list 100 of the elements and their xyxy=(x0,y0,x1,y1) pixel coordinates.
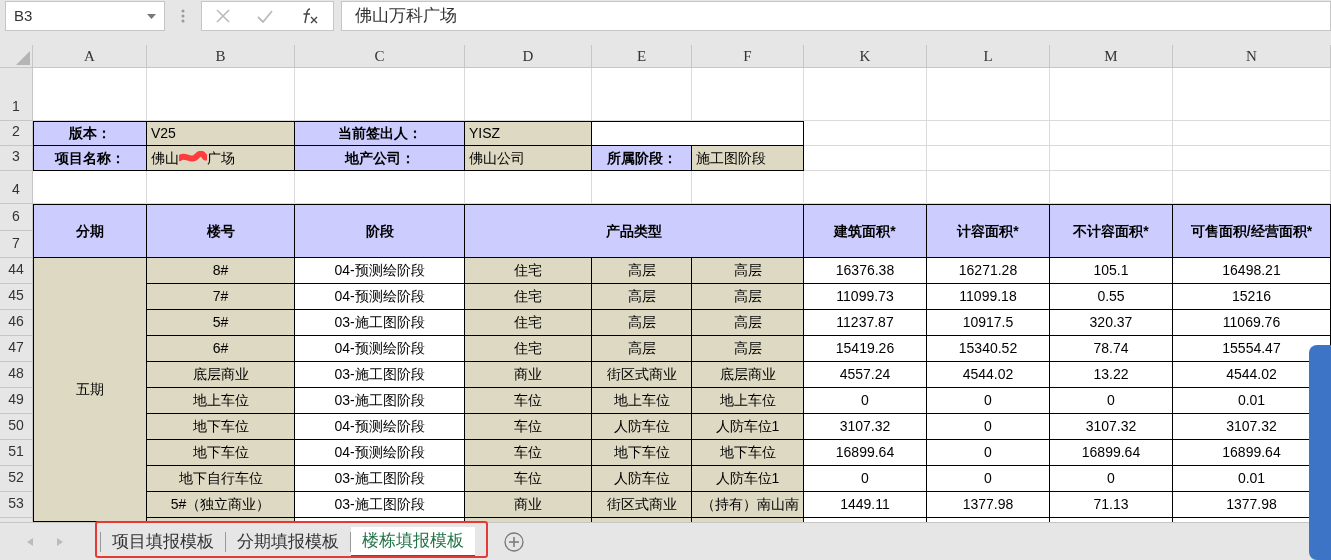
check-icon[interactable] xyxy=(257,9,274,23)
value-cell: V25 xyxy=(147,121,295,146)
row-header[interactable]: 48 xyxy=(0,362,33,388)
table-cell: 6# xyxy=(147,336,295,362)
header-cell: 分期 xyxy=(33,204,147,258)
table-cell: 车位 xyxy=(465,440,592,466)
table-cell: 11069.76 xyxy=(1173,310,1331,336)
table-cell: 地下自行车位 xyxy=(147,466,295,492)
table-cell: 住宅 xyxy=(465,310,592,336)
table-cell: 03-施工图阶段 xyxy=(295,362,465,388)
table-cell: 地下车位 xyxy=(147,440,295,466)
table-cell: 车位 xyxy=(465,388,592,414)
table-cell: 地下车位 xyxy=(592,440,692,466)
row-header[interactable]: 4 xyxy=(0,171,33,204)
sheet-tab[interactable]: 分期填报模板 xyxy=(226,526,350,557)
table-cell: 地下车位 xyxy=(692,440,804,466)
table-cell: （持有）南山南 xyxy=(692,492,804,518)
table-cell: 15419.26 xyxy=(804,336,927,362)
formula-field[interactable]: 佛山万科广场 xyxy=(341,1,1331,31)
row-header[interactable]: 7 xyxy=(0,231,33,258)
select-all-corner[interactable] xyxy=(0,45,33,68)
table-cell: 15340.52 xyxy=(927,336,1050,362)
column-header[interactable]: A xyxy=(33,45,147,68)
label-cell: 项目名称： xyxy=(33,146,147,171)
name-box[interactable]: B3 xyxy=(5,1,165,31)
column-header[interactable]: L xyxy=(927,45,1050,68)
table-cell: 11237.87 xyxy=(804,310,927,336)
table-cell: 0 xyxy=(1050,466,1173,492)
table-cell: 商业 xyxy=(465,492,592,518)
table-cell: 15216 xyxy=(1173,284,1331,310)
table-cell: 商业 xyxy=(465,362,592,388)
header-cell: 不计容面积* xyxy=(1050,204,1173,258)
table-cell: 底层商业 xyxy=(692,362,804,388)
label-cell: 当前签出人： xyxy=(295,121,465,146)
function-icon[interactable] xyxy=(301,8,320,24)
table-cell: 16271.28 xyxy=(927,258,1050,284)
row-header[interactable]: 46 xyxy=(0,310,33,336)
column-header[interactable]: D xyxy=(465,45,592,68)
value-cell: YISZ xyxy=(465,121,592,146)
table-cell: 住宅 xyxy=(465,284,592,310)
row-header[interactable]: 52 xyxy=(0,466,33,492)
table-cell: 5# xyxy=(147,310,295,336)
row-header[interactable]: 1 xyxy=(0,68,33,121)
header-cell: 可售面积/经营面积* xyxy=(1173,204,1331,258)
table-cell: 13.22 xyxy=(1050,362,1173,388)
sheet-tab[interactable]: 项目填报模板 xyxy=(101,526,225,557)
table-cell: 地下车位 xyxy=(147,414,295,440)
column-header[interactable]: C xyxy=(295,45,465,68)
table-cell: 71.13 xyxy=(1050,492,1173,518)
row-header[interactable]: 53 xyxy=(0,492,33,518)
row-header[interactable]: 44 xyxy=(0,258,33,284)
table-cell: 街区式商业 xyxy=(592,492,692,518)
row-header[interactable]: 2 xyxy=(0,121,33,146)
table-cell: 04-预测绘阶段 xyxy=(295,336,465,362)
row-header[interactable]: 47 xyxy=(0,336,33,362)
table-cell: 0 xyxy=(927,440,1050,466)
column-header[interactable]: E xyxy=(592,45,692,68)
table-cell: 04-预测绘阶段 xyxy=(295,440,465,466)
table-cell: 78.74 xyxy=(1050,336,1173,362)
table-cell: 人防车位1 xyxy=(692,466,804,492)
row-header[interactable]: 49 xyxy=(0,388,33,414)
table-cell: 16376.38 xyxy=(804,258,927,284)
row-header[interactable]: 3 xyxy=(0,146,33,171)
table-cell: 高层 xyxy=(692,284,804,310)
row-header[interactable]: 50 xyxy=(0,414,33,440)
add-sheet-icon[interactable] xyxy=(504,531,524,552)
side-panel-tab[interactable] xyxy=(1309,345,1331,560)
row-header[interactable]: 6 xyxy=(0,204,33,231)
table-cell: 人防车位1 xyxy=(692,414,804,440)
table-cell: 03-施工图阶段 xyxy=(295,492,465,518)
table-cell: 04-预测绘阶段 xyxy=(295,258,465,284)
column-header[interactable]: M xyxy=(1050,45,1173,68)
table-cell: 高层 xyxy=(692,310,804,336)
table-cell: 03-施工图阶段 xyxy=(295,466,465,492)
column-header[interactable]: K xyxy=(804,45,927,68)
table-cell: 住宅 xyxy=(465,336,592,362)
cell-text: 佛山 xyxy=(151,148,179,168)
table-cell: 车位 xyxy=(465,466,592,492)
table-cell: 0 xyxy=(1050,388,1173,414)
table-cell: 16498.21 xyxy=(1173,258,1331,284)
header-cell: 楼号 xyxy=(147,204,295,258)
column-header[interactable]: N xyxy=(1173,45,1331,68)
column-header[interactable]: F xyxy=(692,45,804,68)
sheet-tab[interactable]: 楼栋填报模板 xyxy=(351,526,475,557)
value-cell: 佛山公司 xyxy=(465,146,592,171)
column-header[interactable]: B xyxy=(147,45,295,68)
next-sheet-icon[interactable] xyxy=(57,537,63,546)
caret-icon xyxy=(147,13,156,19)
table-cell: 0 xyxy=(927,414,1050,440)
label-cell: 版本： xyxy=(33,121,147,146)
table-cell: 7# xyxy=(147,284,295,310)
table-cell: 五期 xyxy=(33,258,147,522)
row-header[interactable]: 45 xyxy=(0,284,33,310)
previous-sheet-icon[interactable] xyxy=(27,537,33,546)
table-cell: 3107.32 xyxy=(804,414,927,440)
row-header[interactable]: 51 xyxy=(0,440,33,466)
table-cell: 105.1 xyxy=(1050,258,1173,284)
table-cell: 03-施工图阶段 xyxy=(295,388,465,414)
cancel-icon[interactable] xyxy=(215,9,230,23)
table-cell: 1449.11 xyxy=(804,492,927,518)
